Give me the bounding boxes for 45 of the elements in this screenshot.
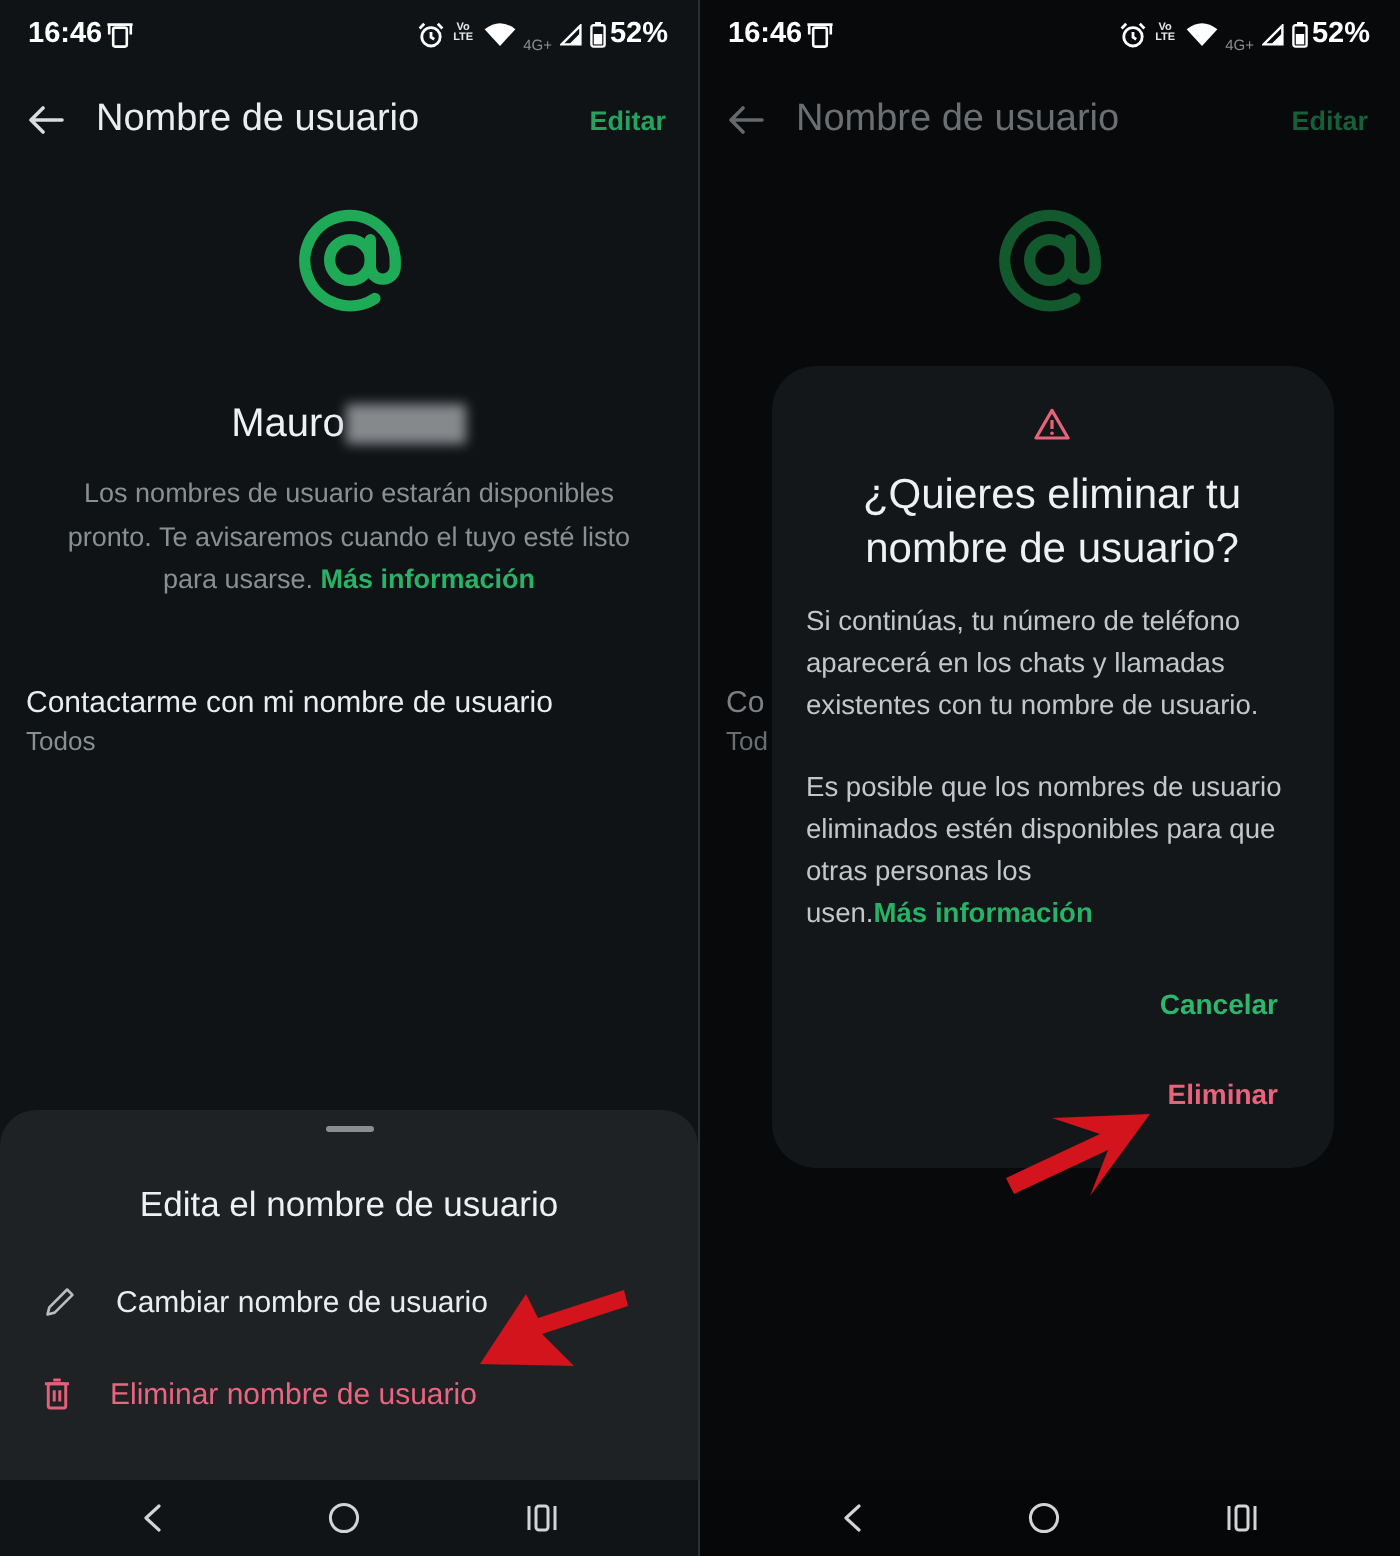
at-sign-icon (998, 208, 1102, 312)
status-time: 16:46 (28, 18, 103, 50)
more-info-link[interactable]: Más información (320, 564, 536, 594)
signal-icon (559, 23, 582, 45)
pencil-icon (44, 1286, 76, 1318)
warning-icon (1034, 408, 1070, 440)
home-icon[interactable] (327, 1502, 359, 1534)
tablet-icon (106, 21, 135, 47)
setting-value: Tod (726, 724, 768, 758)
delete-button[interactable]: Eliminar (1151, 1058, 1294, 1130)
battery-percentage: 52% (1311, 18, 1370, 50)
trash-icon (44, 1378, 70, 1410)
wifi-icon (1185, 22, 1218, 46)
battery-percentage: 52% (609, 18, 668, 50)
setting-label[interactable]: Co (726, 684, 765, 724)
alarm-clock-icon (417, 21, 444, 47)
battery-icon (1291, 21, 1308, 47)
screen-title: Nombre de usuario (96, 98, 420, 142)
username-text: Mauro (231, 400, 345, 450)
screen-title: Nombre de usuario (796, 98, 1120, 142)
menu-item[interactable]: Eliminar nombre de usuario (0, 1348, 698, 1440)
more-info-link[interactable]: Más información (873, 898, 1093, 928)
menu-item[interactable]: Cambiar nombre de usuario (0, 1256, 698, 1348)
setting-label[interactable]: Contactarme con mi nombre de usuario (26, 684, 553, 724)
drag-handle[interactable] (325, 1126, 373, 1132)
tablet-icon (806, 21, 835, 47)
alarm-clock-icon (1119, 21, 1146, 47)
availability-note: Los nombres de usuario estarán disponibles pronto. Te avisaremos cuando el tuyo esté listo para usarse. Más información (65, 476, 633, 598)
recent-apps-icon[interactable] (1226, 1504, 1258, 1532)
nav-back-icon[interactable] (141, 1504, 161, 1532)
setting-value: Todos (26, 724, 96, 758)
cancel-button[interactable]: Cancelar (1143, 968, 1294, 1040)
home-icon[interactable] (1028, 1502, 1060, 1534)
signal-icon (1261, 23, 1284, 45)
sheet-title: Edita el nombre de usuario (137, 1182, 561, 1228)
dialog-message: Si continúas, tu número de teléfono aparecerá en los chats y llamadas existentes con tu nombre de usuario. (806, 604, 1261, 724)
edit-button[interactable]: Editar (589, 105, 666, 135)
at-sign-icon (297, 208, 401, 312)
dialog-message: Es posible que los nombres de usuario eliminados estén disponibles para que otras personas los usen.Más información (806, 770, 1284, 932)
recent-apps-icon[interactable] (525, 1504, 557, 1532)
battery-icon (589, 21, 606, 47)
dialog-title: ¿Quieres eliminar tu nombre de usuario? (860, 470, 1244, 576)
status-time: 16:46 (728, 18, 803, 50)
nav-back-icon[interactable] (842, 1504, 862, 1532)
wifi-icon (483, 22, 516, 46)
